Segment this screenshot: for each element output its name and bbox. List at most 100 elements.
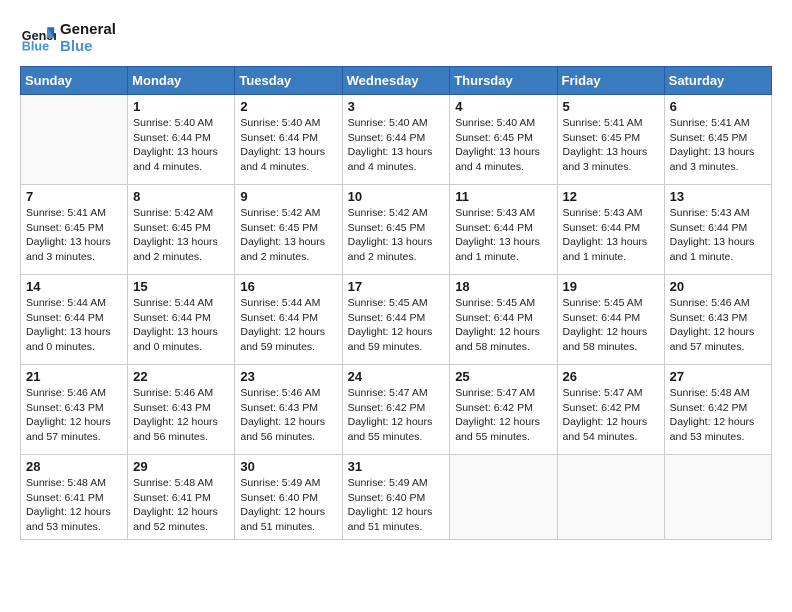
day-info: Sunrise: 5:46 AM Sunset: 6:43 PM Dayligh… <box>26 386 122 445</box>
header-friday: Friday <box>557 67 664 95</box>
day-number: 22 <box>133 369 229 384</box>
day-info: Sunrise: 5:42 AM Sunset: 6:45 PM Dayligh… <box>348 206 445 265</box>
day-info: Sunrise: 5:46 AM Sunset: 6:43 PM Dayligh… <box>670 296 766 355</box>
day-info: Sunrise: 5:47 AM Sunset: 6:42 PM Dayligh… <box>455 386 551 445</box>
calendar-cell: 26 Sunrise: 5:47 AM Sunset: 6:42 PM Dayli… <box>557 365 664 455</box>
day-number: 24 <box>348 369 445 384</box>
calendar-cell: 20 Sunrise: 5:46 AM Sunset: 6:43 PM Dayli… <box>664 275 771 365</box>
calendar-cell: 7Sunrise: 5:41 AM Sunset: 6:45 PM Daylig… <box>21 185 128 275</box>
day-info: Sunrise: 5:43 AM Sunset: 6:44 PM Dayligh… <box>563 206 659 265</box>
day-number: 4 <box>455 99 551 114</box>
day-info: Sunrise: 5:44 AM Sunset: 6:44 PM Dayligh… <box>133 296 229 355</box>
day-number: 16 <box>240 279 336 294</box>
day-info: Sunrise: 5:42 AM Sunset: 6:45 PM Dayligh… <box>133 206 229 265</box>
calendar-cell: 1Sunrise: 5:40 AM Sunset: 6:44 PM Daylig… <box>128 95 235 185</box>
day-info: Sunrise: 5:47 AM Sunset: 6:42 PM Dayligh… <box>348 386 445 445</box>
calendar-cell: 13 Sunrise: 5:43 AM Sunset: 6:44 PM Dayli… <box>664 185 771 275</box>
day-info: Sunrise: 5:40 AM Sunset: 6:44 PM Dayligh… <box>348 116 445 175</box>
day-info: Sunrise: 5:43 AM Sunset: 6:44 PM Dayligh… <box>455 206 551 265</box>
day-info: Sunrise: 5:41 AM Sunset: 6:45 PM Dayligh… <box>563 116 659 175</box>
calendar-cell: 15 Sunrise: 5:44 AM Sunset: 6:44 PM Dayli… <box>128 275 235 365</box>
calendar-week-row: 1 Sunrise: 5:40 AM Sunset: 6:44 PM Daylig… <box>21 95 772 185</box>
day-number: 10 <box>348 189 445 204</box>
day-info: Sunrise: 5:48 AM Sunset: 6:42 PM Dayligh… <box>670 386 766 445</box>
day-number: 11 <box>455 189 551 204</box>
logo-general-text: General <box>60 21 116 38</box>
header-thursday: Thursday <box>450 67 557 95</box>
day-info: Sunrise: 5:45 AM Sunset: 6:44 PM Dayligh… <box>348 296 445 355</box>
calendar-cell: 30Sunrise: 5:49 AM Sunset: 6:40 PM Dayli… <box>235 455 342 540</box>
day-number: 25 <box>455 369 551 384</box>
day-number: 17 <box>348 279 445 294</box>
day-info: Sunrise: 5:40 AM Sunset: 6:45 PM Dayligh… <box>455 116 551 175</box>
calendar-cell: 14Sunrise: 5:44 AM Sunset: 6:44 PM Dayli… <box>21 275 128 365</box>
calendar-cell: 19Sunrise: 5:45 AM Sunset: 6:44 PM Dayli… <box>557 275 664 365</box>
day-info: Sunrise: 5:46 AM Sunset: 6:43 PM Dayligh… <box>133 386 229 445</box>
day-number: 21 <box>26 369 122 384</box>
day-number: 26 <box>563 369 659 384</box>
calendar-cell: 27 Sunrise: 5:48 AM Sunset: 6:42 PM Dayli… <box>664 365 771 455</box>
calendar-week-row: 28 Sunrise: 5:48 AM Sunset: 6:41 PM Dayli… <box>21 455 772 540</box>
day-number: 15 <box>133 279 229 294</box>
day-number: 18 <box>455 279 551 294</box>
day-info: Sunrise: 5:45 AM Sunset: 6:44 PM Dayligh… <box>563 296 659 355</box>
header-wednesday: Wednesday <box>342 67 450 95</box>
day-info: Sunrise: 5:49 AM Sunset: 6:40 PM Dayligh… <box>348 476 445 535</box>
header-sunday: Sunday <box>21 67 128 95</box>
day-info: Sunrise: 5:44 AM Sunset: 6:44 PM Dayligh… <box>26 296 122 355</box>
day-number: 6 <box>670 99 766 114</box>
calendar-cell: 5 Sunrise: 5:41 AM Sunset: 6:45 PM Daylig… <box>557 95 664 185</box>
calendar-cell: 23 Sunrise: 5:46 AM Sunset: 6:43 PM Dayli… <box>235 365 342 455</box>
calendar-cell: 16 Sunrise: 5:44 AM Sunset: 6:44 PM Dayli… <box>235 275 342 365</box>
day-info: Sunrise: 5:47 AM Sunset: 6:42 PM Dayligh… <box>563 386 659 445</box>
calendar-cell: 6 Sunrise: 5:41 AM Sunset: 6:45 PM Daylig… <box>664 95 771 185</box>
calendar-header-row: SundayMondayTuesdayWednesdayThursdayFrid… <box>21 67 772 95</box>
day-info: Sunrise: 5:41 AM Sunset: 6:45 PM Dayligh… <box>26 206 122 265</box>
calendar-cell: 28Sunrise: 5:48 AM Sunset: 6:41 PM Dayli… <box>21 455 128 540</box>
calendar-cell: 18 Sunrise: 5:45 AM Sunset: 6:44 PM Dayli… <box>450 275 557 365</box>
calendar-cell: 9 Sunrise: 5:42 AM Sunset: 6:45 PM Daylig… <box>235 185 342 275</box>
calendar-cell: 4 Sunrise: 5:40 AM Sunset: 6:45 PM Daylig… <box>450 95 557 185</box>
logo-blue-text: Blue <box>60 38 116 55</box>
day-number: 1 <box>133 99 229 114</box>
calendar-cell: 17 Sunrise: 5:45 AM Sunset: 6:44 PM Dayli… <box>342 275 450 365</box>
calendar-cell: 24 Sunrise: 5:47 AM Sunset: 6:42 PM Dayli… <box>342 365 450 455</box>
calendar-cell <box>557 455 664 540</box>
day-number: 12 <box>563 189 659 204</box>
day-info: Sunrise: 5:43 AM Sunset: 6:44 PM Dayligh… <box>670 206 766 265</box>
calendar-table: SundayMondayTuesdayWednesdayThursdayFrid… <box>20 66 772 540</box>
calendar-cell: 25 Sunrise: 5:47 AM Sunset: 6:42 PM Dayli… <box>450 365 557 455</box>
calendar-cell: 11 Sunrise: 5:43 AM Sunset: 6:44 PM Dayli… <box>450 185 557 275</box>
day-info: Sunrise: 5:44 AM Sunset: 6:44 PM Dayligh… <box>240 296 336 355</box>
day-number: 27 <box>670 369 766 384</box>
calendar-cell: 12 Sunrise: 5:43 AM Sunset: 6:44 PM Dayli… <box>557 185 664 275</box>
header-saturday: Saturday <box>664 67 771 95</box>
calendar-cell: 29 Sunrise: 5:48 AM Sunset: 6:41 PM Dayli… <box>128 455 235 540</box>
calendar-cell: 2Sunrise: 5:40 AM Sunset: 6:44 PM Daylig… <box>235 95 342 185</box>
calendar-cell <box>450 455 557 540</box>
day-number: 28 <box>26 459 122 474</box>
day-info: Sunrise: 5:46 AM Sunset: 6:43 PM Dayligh… <box>240 386 336 445</box>
calendar-week-row: 7Sunrise: 5:41 AM Sunset: 6:45 PM Daylig… <box>21 185 772 275</box>
day-number: 20 <box>670 279 766 294</box>
day-number: 13 <box>670 189 766 204</box>
calendar-cell: 3 Sunrise: 5:40 AM Sunset: 6:44 PM Daylig… <box>342 95 450 185</box>
day-number: 8 <box>133 189 229 204</box>
day-number: 5 <box>563 99 659 114</box>
logo: General Blue General Blue <box>20 20 116 56</box>
svg-text:Blue: Blue <box>22 40 49 54</box>
day-info: Sunrise: 5:48 AM Sunset: 6:41 PM Dayligh… <box>133 476 229 535</box>
day-info: Sunrise: 5:41 AM Sunset: 6:45 PM Dayligh… <box>670 116 766 175</box>
calendar-week-row: 14Sunrise: 5:44 AM Sunset: 6:44 PM Dayli… <box>21 275 772 365</box>
day-number: 23 <box>240 369 336 384</box>
day-info: Sunrise: 5:42 AM Sunset: 6:45 PM Dayligh… <box>240 206 336 265</box>
calendar-week-row: 21 Sunrise: 5:46 AM Sunset: 6:43 PM Dayli… <box>21 365 772 455</box>
day-number: 29 <box>133 459 229 474</box>
calendar-cell: 21 Sunrise: 5:46 AM Sunset: 6:43 PM Dayli… <box>21 365 128 455</box>
day-info: Sunrise: 5:40 AM Sunset: 6:44 PM Dayligh… <box>240 116 336 175</box>
day-number: 3 <box>348 99 445 114</box>
calendar-cell: 22 Sunrise: 5:46 AM Sunset: 6:43 PM Dayli… <box>128 365 235 455</box>
day-info: Sunrise: 5:45 AM Sunset: 6:44 PM Dayligh… <box>455 296 551 355</box>
day-number: 9 <box>240 189 336 204</box>
day-number: 30 <box>240 459 336 474</box>
